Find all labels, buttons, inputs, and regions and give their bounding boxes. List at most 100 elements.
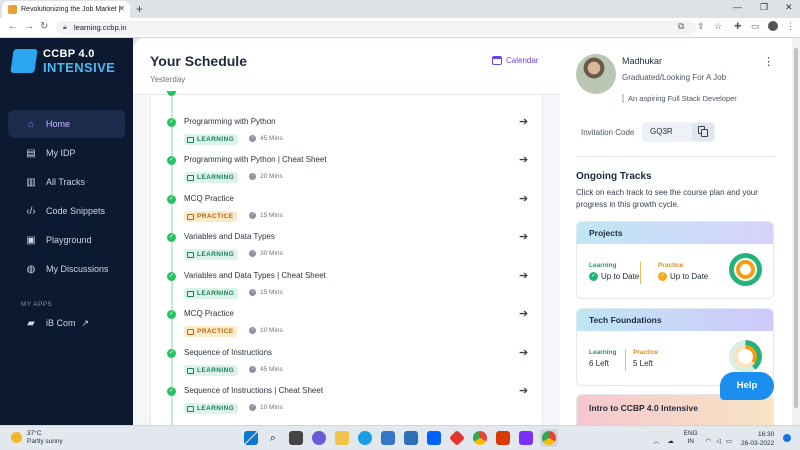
weather-desc: Partly sunny bbox=[27, 438, 63, 445]
practice-tag: PRACTICE bbox=[184, 211, 238, 222]
arrow-right-icon[interactable]: ➔ bbox=[519, 230, 528, 243]
schedule-panel: Your Schedule Yesterday Calendar ✓ ✓ Pro… bbox=[133, 38, 560, 425]
address-bar[interactable]: 🔒︎ learning.ccbp.in bbox=[56, 21, 696, 35]
arrow-right-icon[interactable]: ➔ bbox=[519, 384, 528, 397]
arrow-right-icon[interactable]: ➔ bbox=[519, 269, 528, 282]
app-icon[interactable] bbox=[404, 431, 418, 445]
chevron-up-icon[interactable]: ︿ bbox=[653, 438, 660, 445]
browser-menu-icon[interactable]: ⋮ bbox=[786, 21, 795, 32]
item-duration: ◔ 10 Mins bbox=[249, 327, 283, 334]
invitation-label: Invitation Code bbox=[581, 128, 635, 137]
arrow-right-icon[interactable]: ➔ bbox=[519, 346, 528, 359]
list-item[interactable]: ✓ MCQ Practice PRACTICE ◔ 10 Mins ➔ bbox=[151, 308, 544, 346]
language-indicator[interactable]: ENG IN bbox=[684, 430, 698, 446]
arrow-right-icon[interactable]: ➔ bbox=[519, 192, 528, 205]
learning-tag: LEARNING bbox=[184, 172, 239, 183]
store-icon[interactable] bbox=[381, 431, 395, 445]
list-item[interactable]: ✓ Variables and Data Types LEARNING ◔ 30 … bbox=[151, 231, 544, 269]
list-item[interactable]: ✓ Programming with Python LEARNING ◔ 45 M… bbox=[151, 116, 544, 154]
close-tab-icon[interactable]: ✕ bbox=[118, 4, 125, 13]
list-item[interactable]: ✓ MCQ Practice PRACTICE ◔ 15 Mins ➔ bbox=[151, 193, 544, 231]
url-text: learning.ccbp.in bbox=[74, 23, 127, 32]
minimize-icon[interactable]: — bbox=[733, 2, 742, 12]
file-explorer-icon[interactable] bbox=[335, 431, 349, 445]
share-icon[interactable]: ⇪ bbox=[697, 21, 705, 32]
track-card-projects[interactable]: Projects Learning ✓ Up to Date Practice ✓… bbox=[576, 221, 774, 299]
app-purple-icon[interactable] bbox=[519, 431, 533, 445]
help-button[interactable]: Help bbox=[720, 372, 774, 400]
arrow-right-icon[interactable]: ➔ bbox=[519, 115, 528, 128]
chrome-icon[interactable] bbox=[473, 431, 487, 445]
user-aspiration: An aspiring Full Stack Developer bbox=[622, 94, 737, 103]
arrow-right-icon[interactable]: ➔ bbox=[519, 307, 528, 320]
browser-tab[interactable]: Revolutionizing the Job Market | ✕ bbox=[2, 1, 130, 18]
dropbox-icon[interactable] bbox=[427, 431, 441, 445]
arrow-right-icon[interactable]: ➔ bbox=[519, 153, 528, 166]
chat-icon[interactable] bbox=[312, 431, 326, 445]
new-tab-button[interactable]: + bbox=[136, 2, 143, 16]
sidebar-item-all-tracks[interactable]: ▥ All Tracks bbox=[8, 168, 125, 196]
weather-temp: 37°C bbox=[27, 430, 42, 437]
bookmark-star-icon[interactable]: ☆ bbox=[714, 21, 722, 32]
task-view-icon[interactable] bbox=[289, 431, 303, 445]
search-icon[interactable]: ⌕ bbox=[266, 431, 280, 445]
completed-check-icon: ✓ bbox=[167, 233, 176, 242]
notification-icon[interactable] bbox=[783, 434, 791, 442]
calendar-button[interactable]: Calendar bbox=[492, 56, 538, 65]
practice-status: Practice 5 Left bbox=[633, 349, 659, 368]
more-options-icon[interactable]: ⋮ bbox=[763, 55, 774, 68]
calendar-icon bbox=[492, 56, 502, 65]
windows-start-icon[interactable] bbox=[244, 431, 258, 445]
close-window-icon[interactable]: ✕ bbox=[785, 2, 793, 13]
item-duration: ◔ 15 Mins bbox=[249, 289, 283, 296]
edge-icon[interactable] bbox=[358, 431, 372, 445]
reload-icon[interactable]: ↻ bbox=[40, 21, 48, 32]
divider bbox=[640, 262, 641, 284]
progress-ring-icon bbox=[729, 340, 762, 373]
completed-check-icon: ✓ bbox=[167, 195, 176, 204]
clock-icon: ◔ bbox=[249, 327, 256, 334]
sun-icon bbox=[11, 432, 22, 443]
book-icon bbox=[187, 290, 194, 297]
divider bbox=[625, 349, 626, 371]
copy-button[interactable] bbox=[692, 123, 714, 141]
ongoing-tracks-title: Ongoing Tracks bbox=[576, 171, 652, 182]
open-in-app-icon[interactable]: ⧉ bbox=[678, 21, 684, 32]
sidebar: CCBP 4.0 INTENSIVE ⌂ Home ▤ My IDP ▥ All… bbox=[0, 38, 133, 425]
chrome-active-icon[interactable] bbox=[540, 429, 558, 447]
ongoing-tracks-description: Click on each track to see the course pl… bbox=[576, 188, 758, 209]
sidebar-item-ib-com[interactable]: ▰ iB Com ↗ bbox=[8, 309, 125, 337]
extensions-icon[interactable]: ✚ bbox=[734, 21, 742, 32]
back-icon[interactable]: ← bbox=[8, 21, 18, 32]
user-status: Graduated/Looking For A Job bbox=[622, 73, 727, 82]
sidebar-item-my-discussions[interactable]: ◍ My Discussions bbox=[8, 255, 125, 283]
item-duration: ◔ 45 Mins bbox=[249, 366, 283, 373]
page-scrollbar[interactable] bbox=[792, 38, 800, 425]
sidepanel-icon[interactable]: ▭ bbox=[751, 21, 760, 32]
sidebar-item-my-idp[interactable]: ▤ My IDP bbox=[8, 139, 125, 167]
clock-icon: ◔ bbox=[249, 173, 256, 180]
sidebar-item-code-snippets[interactable]: ‹/› Code Snippets bbox=[8, 197, 125, 225]
browser-tab-strip: Revolutionizing the Job Market | ✕ + — ❐… bbox=[0, 0, 800, 18]
sidebar-item-playground[interactable]: ▣ Playground bbox=[8, 226, 125, 254]
weather-widget[interactable]: 37°C Partly sunny bbox=[11, 430, 63, 446]
clock[interactable]: 16:30 26-03-2022 bbox=[741, 430, 774, 448]
ccbp-logo[interactable]: CCBP 4.0 INTENSIVE bbox=[10, 47, 130, 77]
avatar[interactable] bbox=[576, 54, 616, 94]
completed-check-icon: ✓ bbox=[167, 387, 176, 396]
schedule-date: Yesterday bbox=[150, 75, 186, 84]
list-item[interactable]: ✓ Sequence of Instructions LEARNING ◔ 45 … bbox=[151, 347, 544, 385]
system-tray[interactable]: ︿ ☁ ENG IN ◠ ◁ ▭ bbox=[653, 430, 732, 446]
list-item[interactable]: ✓ Sequence of Instructions | Cheat Sheet… bbox=[151, 385, 544, 423]
sidebar-item-home[interactable]: ⌂ Home bbox=[8, 110, 125, 138]
forward-icon[interactable]: → bbox=[24, 21, 34, 32]
profile-avatar-icon[interactable] bbox=[768, 21, 778, 31]
list-item[interactable]: ✓ Programming with Python | Cheat Sheet … bbox=[151, 154, 544, 192]
scrollbar-thumb[interactable] bbox=[794, 48, 798, 408]
item-title: Variables and Data Types bbox=[184, 232, 275, 241]
restore-icon[interactable]: ❐ bbox=[760, 2, 768, 13]
office-icon[interactable] bbox=[496, 431, 510, 445]
item-title: Sequence of Instructions bbox=[184, 348, 273, 357]
app-red-icon[interactable] bbox=[449, 430, 465, 446]
list-item[interactable]: ✓ Variables and Data Types | Cheat Sheet… bbox=[151, 270, 544, 308]
